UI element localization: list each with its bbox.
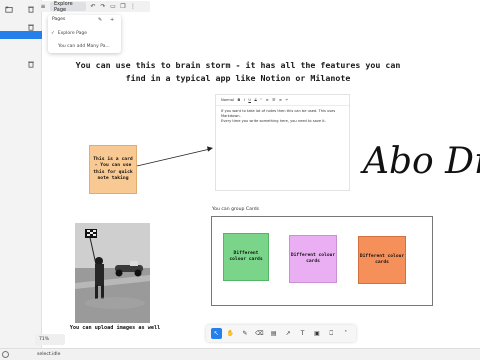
- note-card[interactable]: This is a card - You can use this for qu…: [89, 145, 137, 194]
- status-icon: [2, 351, 9, 358]
- arrow-tool-icon[interactable]: ↗: [283, 328, 294, 339]
- edit-icon[interactable]: ✎: [98, 17, 102, 23]
- colour-card[interactable]: Different colour cards: [358, 236, 406, 284]
- pages-menu-title: Pages: [52, 17, 66, 22]
- sidebar-selected-row[interactable]: [0, 31, 42, 39]
- undo-icon[interactable]: ↶: [88, 2, 98, 12]
- zoom-level: 71%: [39, 337, 50, 342]
- editor-toolbar: Normal B I U S “ ≡ ☰ ≡ ↵: [216, 95, 349, 106]
- pages-menu-item[interactable]: You can add Many Pa...: [58, 44, 110, 49]
- redo-icon[interactable]: ↷: [98, 2, 108, 12]
- eraser-tool-icon[interactable]: ⌫: [254, 328, 265, 339]
- pages-menu-item[interactable]: ✓ Explore Page: [51, 31, 87, 36]
- note-tool-icon[interactable]: ▤: [268, 328, 279, 339]
- image-tool-icon[interactable]: ▣: [311, 328, 322, 339]
- handwriting-text: Abo Draw: [360, 141, 480, 182]
- ordered-list-button[interactable]: ≡: [266, 98, 269, 102]
- trash-icon[interactable]: [27, 5, 35, 13]
- race-photo: [75, 223, 150, 323]
- hand-tool-icon[interactable]: ✋: [225, 328, 236, 339]
- add-page-icon[interactable]: +: [110, 17, 114, 23]
- pages-menu: Pages ✎ + ✓ Explore Page You can add Many…: [48, 15, 121, 53]
- strike-button[interactable]: S: [254, 98, 256, 102]
- pen-tool-icon[interactable]: ✎: [239, 328, 250, 339]
- italic-button[interactable]: I: [244, 98, 245, 102]
- duplicate-icon[interactable]: ❐: [118, 2, 128, 12]
- folder-icon[interactable]: [5, 5, 13, 13]
- clear-format-button[interactable]: ↵: [285, 98, 288, 102]
- trash-icon[interactable]: [27, 23, 35, 31]
- align-button[interactable]: ≡: [279, 98, 282, 102]
- frame-tool-icon[interactable]: ⎕: [326, 328, 337, 339]
- quote-button[interactable]: “: [260, 98, 262, 102]
- status-text: select.idle: [37, 352, 61, 357]
- editor-text-line: If you want to take lot of notes then th…: [221, 109, 336, 118]
- zoom-menu-button[interactable]: 71%: [35, 334, 65, 345]
- image-caption: You can upload images as well: [69, 325, 161, 331]
- colour-card[interactable]: Different colour cards: [289, 235, 337, 283]
- colour-card[interactable]: Different colour cards: [223, 233, 269, 281]
- bullet-list-button[interactable]: ☰: [272, 98, 275, 102]
- uploaded-image[interactable]: [75, 223, 150, 323]
- top-toolbar: ≡ Explore Page ↶ ↷ ▭ ❐ ⋮: [38, 0, 150, 13]
- markdown-editor[interactable]: Normal B I U S “ ≡ ☰ ≡ ↵ If you want to …: [215, 94, 350, 191]
- delete-icon[interactable]: ▭: [108, 2, 118, 12]
- pages-dropdown-button[interactable]: Explore Page: [50, 0, 86, 13]
- menu-icon[interactable]: ≡: [38, 2, 48, 12]
- trash-icon[interactable]: [27, 60, 35, 68]
- sidebar: [0, 0, 42, 348]
- more-tools-icon[interactable]: ˄: [340, 328, 351, 339]
- bold-button[interactable]: B: [238, 98, 241, 102]
- canvas-heading[interactable]: You can use this to brain storm - it has…: [65, 59, 411, 85]
- status-bar: select.idle: [0, 348, 480, 360]
- editor-body[interactable]: If you want to take lot of notes then th…: [216, 106, 349, 127]
- format-select[interactable]: Normal: [221, 98, 234, 102]
- more-icon[interactable]: ⋮: [128, 2, 138, 12]
- text-tool-icon[interactable]: T: [297, 328, 308, 339]
- note-card-text: This is a card - You can use this for qu…: [93, 156, 133, 181]
- check-icon: ✓: [51, 31, 55, 36]
- freehand-drawing[interactable]: Abo Draw: [360, 125, 480, 195]
- group-label: You can group Cards: [212, 207, 260, 212]
- select-tool-icon[interactable]: ↖: [210, 328, 222, 339]
- underline-button[interactable]: U: [248, 98, 251, 102]
- page-label: Explore Page: [54, 0, 73, 13]
- tool-dock: ↖ ✋ ✎ ⌫ ▤ ↗ T ▣ ⎕ ˄: [206, 325, 356, 342]
- editor-text-line: Every time you write something here, you…: [221, 119, 326, 123]
